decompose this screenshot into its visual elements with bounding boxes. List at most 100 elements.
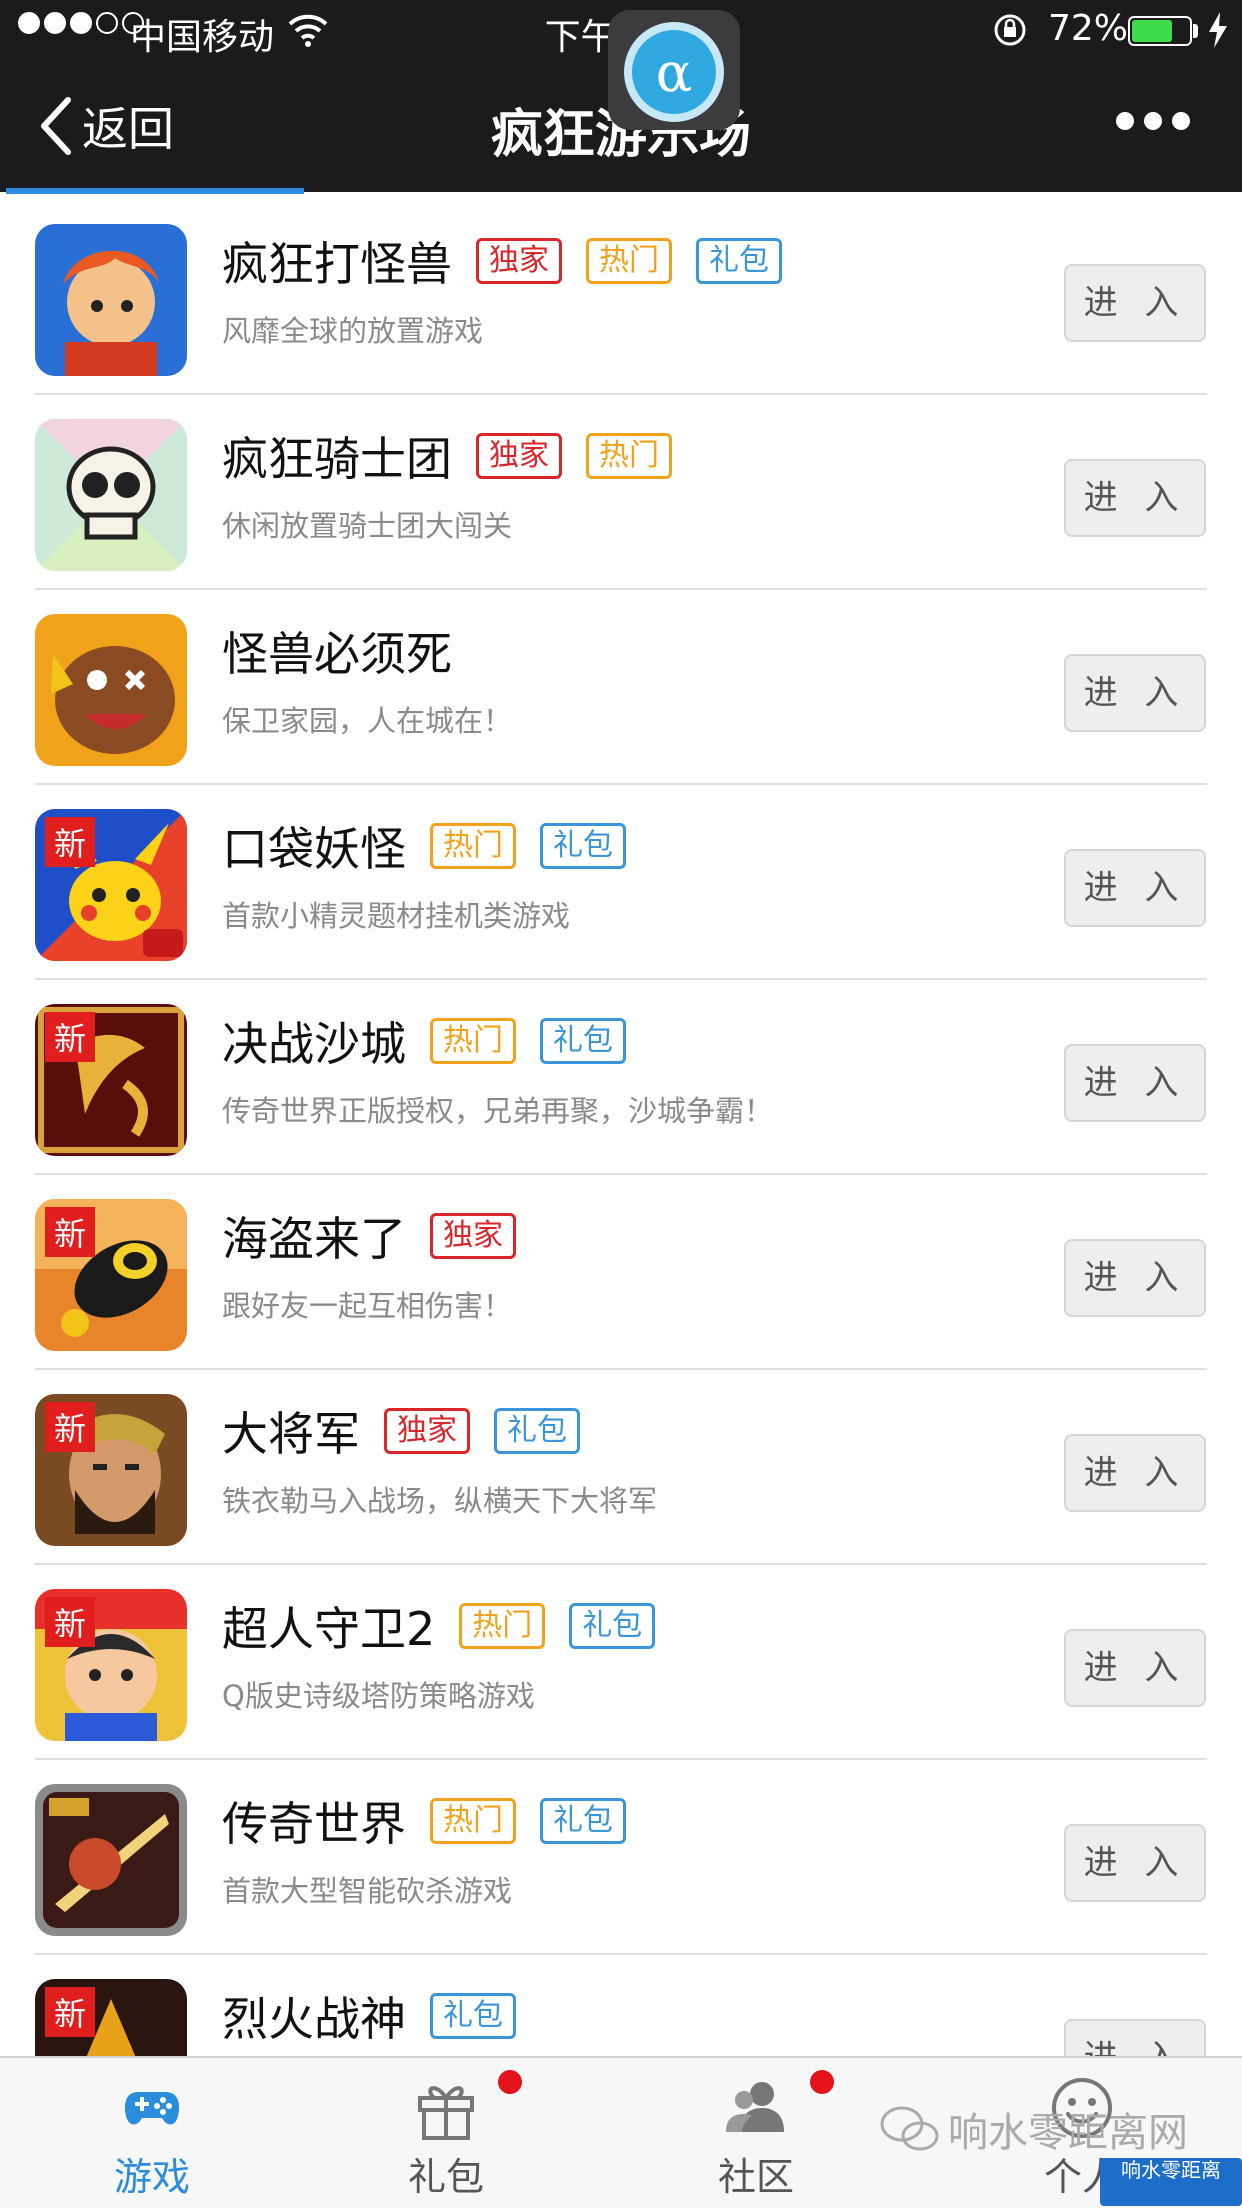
game-name: 传奇世界 xyxy=(222,1797,406,1851)
rotation-lock-icon xyxy=(994,14,1026,46)
enter-button[interactable]: 进 入 xyxy=(1064,1434,1206,1512)
more-options-icon[interactable] xyxy=(1116,112,1190,130)
enter-button[interactable]: 进 入 xyxy=(1064,1044,1206,1122)
tag-hot: 热门 xyxy=(430,1798,516,1844)
tag-gift: 礼包 xyxy=(540,1798,626,1844)
game-description: 休闲放置骑士团大闯关 xyxy=(222,509,513,543)
tag-gift: 礼包 xyxy=(696,238,782,284)
game-list: 疯狂打怪兽 独家 热门 礼包 风靡全球的放置游戏进 入疯狂骑士团 独家 热门 休闲放置骑士团大… xyxy=(0,200,1242,2056)
new-badge: 新 xyxy=(45,1597,95,1647)
game-row[interactable]: 新 大将军 独家 礼包铁衣勒马入战场，纵横天下大将军 进 入 xyxy=(0,1370,1242,1565)
enter-button[interactable]: 进 入 xyxy=(1064,1629,1206,1707)
game-icon[interactable]: 新 xyxy=(35,809,187,961)
tab-games-label: 游戏 xyxy=(113,2155,190,2199)
new-badge: 新 xyxy=(45,1987,95,2037)
game-title-line: 大将军 独家 礼包 xyxy=(222,1398,580,1464)
tag-hot: 热门 xyxy=(586,238,672,284)
game-description: 铁衣勒马入战场，纵横天下大将军 xyxy=(222,1484,658,1518)
game-icon[interactable]: 新 xyxy=(35,1979,187,2056)
battery-nub xyxy=(1193,24,1198,38)
game-title-line: 烈火战神 礼包 xyxy=(222,1983,516,2049)
tag-exclusive: 独家 xyxy=(430,1213,516,1259)
tag-hot: 热门 xyxy=(430,1018,516,1064)
game-icon[interactable]: 新 xyxy=(35,1199,187,1351)
game-row[interactable]: 疯狂骑士团 独家 热门休闲放置骑士团大闯关 进 入 xyxy=(0,395,1242,590)
top-bar: 中国移动 下午8:12 72% 返回 疯狂游乐场 α xyxy=(0,0,1242,194)
battery-icon xyxy=(1128,16,1192,46)
game-row[interactable]: 新 超人守卫2 热门 礼包 Q版史诗级塔防策略游戏 进 入 xyxy=(0,1565,1242,1760)
game-row[interactable]: 疯狂打怪兽 独家 热门 礼包风靡全球的放置游戏 进 入 xyxy=(0,200,1242,395)
charging-icon xyxy=(1209,12,1227,48)
page-load-progress xyxy=(6,188,304,194)
game-name: 海盗来了 xyxy=(222,1212,406,1266)
game-icon[interactable] xyxy=(35,419,187,571)
game-icon[interactable]: 新 xyxy=(35,1394,187,1546)
wechat-icon xyxy=(880,2106,939,2151)
game-description: 风靡全球的放置游戏 xyxy=(222,314,484,348)
game-icon[interactable]: 新 xyxy=(35,1004,187,1156)
tag-hot: 热门 xyxy=(430,823,516,869)
enter-button[interactable]: 进 入 xyxy=(1064,2019,1206,2056)
game-row[interactable]: 新 口袋妖怪 热门 礼包首款小精灵题材挂机类游戏 进 入 xyxy=(0,785,1242,980)
game-row[interactable]: 新 海盗来了 独家跟好友一起互相伤害！ 进 入 xyxy=(0,1175,1242,1370)
game-name: 大将军 xyxy=(222,1407,360,1461)
tag-exclusive: 独家 xyxy=(476,238,562,284)
community-notification-dot xyxy=(810,2070,834,2094)
tag-hot: 热门 xyxy=(459,1603,546,1649)
game-name: 疯狂骑士团 xyxy=(222,432,452,486)
game-description: 传奇世界正版授权，兄弟再聚，沙城争霸！ xyxy=(222,1094,774,1128)
alpha-icon: α xyxy=(624,22,724,122)
community-icon xyxy=(726,2082,784,2132)
watermark: 响水零距离网 xyxy=(880,2100,1188,2158)
enter-button[interactable]: 进 入 xyxy=(1064,849,1206,927)
game-title-line: 口袋妖怪 热门 礼包 xyxy=(222,813,626,879)
new-badge: 新 xyxy=(45,1012,95,1062)
enter-button[interactable]: 进 入 xyxy=(1064,654,1206,732)
game-title-line: 决战沙城 热门 礼包 xyxy=(222,1008,626,1074)
tag-exclusive: 独家 xyxy=(476,433,562,479)
tag-hot: 热门 xyxy=(586,433,672,479)
game-title-line: 传奇世界 热门 礼包 xyxy=(222,1788,626,1854)
gifts-notification-dot xyxy=(498,2070,522,2094)
game-description: 首款大型智能砍杀游戏 xyxy=(222,1874,513,1908)
enter-button[interactable]: 进 入 xyxy=(1064,1824,1206,1902)
tag-exclusive: 独家 xyxy=(384,1408,470,1454)
enter-button[interactable]: 进 入 xyxy=(1064,1239,1206,1317)
tag-gift: 礼包 xyxy=(540,823,626,869)
tag-gift: 礼包 xyxy=(430,1993,516,2039)
tag-gift: 礼包 xyxy=(494,1408,580,1454)
game-icon[interactable] xyxy=(35,614,187,766)
game-row[interactable]: 新 决战沙城 热门 礼包传奇世界正版授权，兄弟再聚，沙城争霸！ 进 入 xyxy=(0,980,1242,1175)
battery-level-fill xyxy=(1132,20,1172,42)
tab-games[interactable]: 游戏 xyxy=(52,2058,252,2208)
game-description: 首款小精灵题材挂机类游戏 xyxy=(222,899,571,933)
new-badge: 新 xyxy=(45,817,95,867)
game-row[interactable]: 传奇世界 热门 礼包 首款大型智能砍杀游戏 进 入 xyxy=(0,1760,1242,1955)
watermark-logo: 响水零距离 xyxy=(1100,2158,1242,2206)
game-name: 决战沙城 xyxy=(222,1017,406,1071)
game-title-line: 怪兽必须死 xyxy=(222,618,452,684)
tab-gifts-label: 礼包 xyxy=(407,2155,484,2199)
game-description: Q版史诗级塔防策略游戏 xyxy=(222,1679,535,1713)
game-title-line: 疯狂打怪兽 独家 热门 礼包 xyxy=(222,228,782,294)
gift-icon xyxy=(418,2086,474,2140)
game-row[interactable]: 新 烈火战神礼包进 入 xyxy=(0,1955,1242,2056)
floating-assistant-button[interactable]: α xyxy=(608,10,740,130)
enter-button[interactable]: 进 入 xyxy=(1064,264,1206,342)
tag-gift: 礼包 xyxy=(569,1603,656,1649)
game-name: 超人守卫2 xyxy=(222,1602,436,1656)
tab-community-label: 社区 xyxy=(717,2155,794,2199)
game-name: 怪兽必须死 xyxy=(222,627,452,681)
game-row[interactable]: 怪兽必须死 保卫家园，人在城在！ 进 入 xyxy=(0,590,1242,785)
new-badge: 新 xyxy=(45,1207,95,1257)
game-name: 口袋妖怪 xyxy=(222,822,406,876)
game-title-line: 疯狂骑士团 独家 热门 xyxy=(222,423,672,489)
game-name: 烈火战神 xyxy=(222,1992,406,2046)
battery-percent: 72% xyxy=(1048,8,1129,49)
game-icon[interactable]: 新 xyxy=(35,1589,187,1741)
game-name: 疯狂打怪兽 xyxy=(222,237,452,291)
game-icon[interactable] xyxy=(35,1784,187,1936)
enter-button[interactable]: 进 入 xyxy=(1064,459,1206,537)
game-icon[interactable] xyxy=(35,224,187,376)
game-description: 跟好友一起互相伤害！ xyxy=(222,1289,513,1323)
